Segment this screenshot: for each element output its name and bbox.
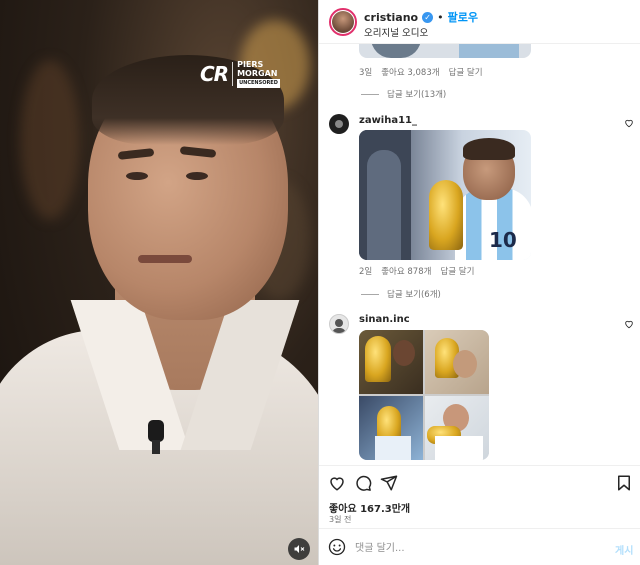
reply-button[interactable]: 답글 달기 [440, 265, 474, 277]
mic-clip [152, 440, 160, 454]
comment-composer: 게시 [319, 528, 640, 565]
replies-line [361, 293, 379, 295]
mouth [138, 255, 192, 263]
logo-line-2: MORGAN [237, 69, 278, 78]
share-icon[interactable] [380, 474, 398, 492]
comments-list[interactable]: 3일 좋아요 3,083개 답글 달기 답글 보기(13개) zawiha11_… [319, 44, 640, 465]
post-button[interactable]: 게시 [615, 542, 633, 557]
reply-button[interactable]: 답글 달기 [449, 66, 483, 78]
verified-badge-icon: ✓ [422, 11, 434, 23]
eye-left [126, 172, 148, 180]
view-replies-button[interactable]: 답글 보기(6개) [361, 288, 441, 300]
commenter-avatar[interactable] [329, 114, 349, 134]
view-replies-label: 답글 보기(13개) [387, 90, 447, 100]
post-panel: cristiano ✓ • 팔로우 오리지널 오디오 3일 좋아요 3,083개… [318, 0, 640, 565]
bookmark-icon[interactable] [615, 474, 633, 492]
comment-image-collage[interactable] [359, 330, 489, 460]
post-actions: 좋아요 167.3만개 3일 전 [319, 465, 640, 525]
comment-image[interactable] [359, 44, 531, 58]
comment-image[interactable]: 10 [359, 130, 531, 260]
logo-line-3: UNCENSORED [237, 79, 280, 88]
comment-time: 2일 [359, 267, 373, 277]
logo-line-1: PIERS [237, 60, 264, 69]
view-replies-label: 답글 보기(6개) [387, 290, 441, 300]
show-logo: CR PIERS MORGAN UNCENSORED [200, 60, 280, 88]
replies-line [361, 93, 379, 95]
comment-likes[interactable]: 좋아요 878개 [381, 265, 431, 277]
separator-dot: • [437, 10, 444, 24]
mute-button[interactable] [288, 538, 310, 560]
commenter-username[interactable]: sinan.inc [359, 314, 410, 325]
author-username[interactable]: cristiano [364, 11, 418, 24]
follow-button[interactable]: 팔로우 [448, 9, 478, 25]
eye-right [186, 172, 208, 180]
logo-divider [232, 62, 234, 86]
author-row: cristiano ✓ • 팔로우 [364, 9, 478, 25]
lapel-mic [148, 420, 164, 442]
speaker-muted-icon [294, 545, 305, 553]
comment-meta: 2일 좋아요 878개 답글 달기 [359, 265, 474, 277]
comment-input[interactable] [355, 538, 595, 558]
logo-mark: CR [200, 62, 229, 86]
commenter-avatar[interactable] [329, 314, 349, 334]
heart-icon[interactable] [328, 474, 346, 492]
emoji-icon[interactable] [328, 538, 346, 556]
author-avatar[interactable] [329, 8, 357, 36]
commenter-username[interactable]: zawiha11_ [359, 115, 417, 126]
comment-time: 3일 [359, 68, 373, 78]
reel-video[interactable]: CR PIERS MORGAN UNCENSORED [0, 0, 318, 565]
comment-likes[interactable]: 좋아요 3,083개 [381, 66, 439, 78]
post-header: cristiano ✓ • 팔로우 오리지널 오디오 [319, 0, 640, 44]
comment-meta: 3일 좋아요 3,083개 답글 달기 [359, 66, 483, 78]
post-time: 3일 전 [329, 515, 352, 524]
view-replies-button[interactable]: 답글 보기(13개) [361, 88, 446, 100]
like-comment-heart-icon[interactable] [624, 319, 634, 329]
logo-text: PIERS MORGAN UNCENSORED [237, 60, 280, 88]
audio-label[interactable]: 오리지널 오디오 [364, 25, 428, 39]
like-comment-heart-icon[interactable] [624, 118, 634, 128]
likes-count[interactable]: 좋아요 167.3만개 [329, 500, 410, 515]
comment-icon[interactable] [354, 474, 372, 492]
